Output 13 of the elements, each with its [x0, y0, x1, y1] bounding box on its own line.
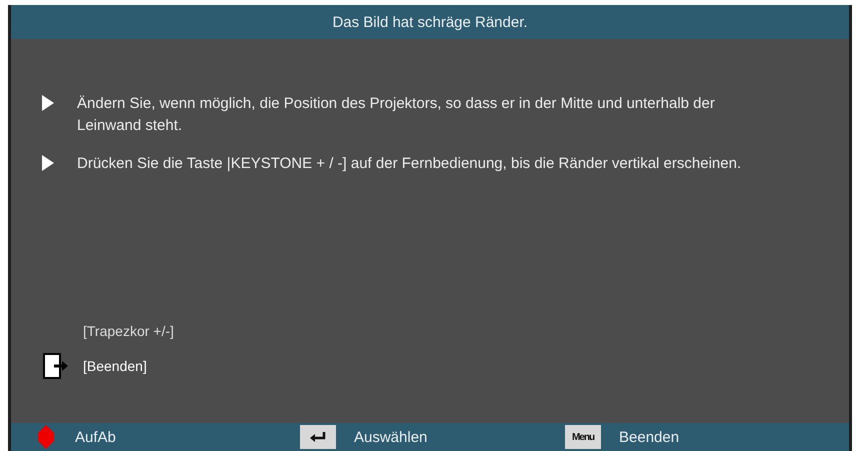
instruction-text: Drücken Sie die Taste |KEYSTONE + / -] auf der Fernbedienung, bis die Ränder vertikal erscheinen. [77, 154, 742, 174]
bullet-triangle-icon [41, 94, 55, 112]
menu-option[interactable]: [Trapezkor +/-] [83, 323, 174, 339]
up-down-icon [35, 425, 57, 449]
bullet-triangle-icon [41, 154, 55, 172]
enter-key-icon [300, 425, 336, 449]
hint-label: Beenden [619, 428, 680, 446]
dialog-title: Das Bild hat schräge Ränder. [11, 5, 849, 39]
instruction-text: Ändern Sie, wenn möglich, die Position des Projektors, so dass er in der Mitte und unterhalb der Leinwand steht. [77, 94, 716, 136]
hint-label: Auswählen [354, 428, 428, 446]
hint-label: AufAb [75, 428, 116, 446]
menu-key: Menu [565, 425, 601, 449]
menu-option[interactable]: [Beenden] [83, 358, 147, 374]
